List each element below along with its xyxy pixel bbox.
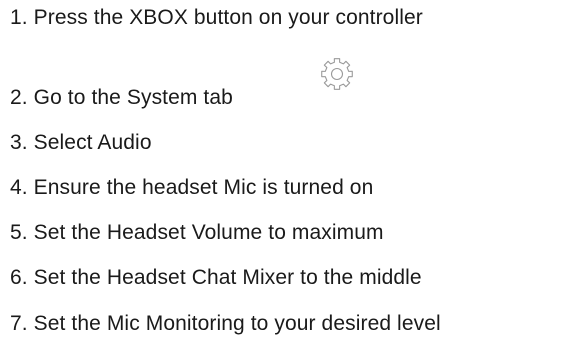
step-4: 4. Ensure the headset Mic is turned on <box>10 174 373 202</box>
step-text: Set the Mic Monitoring to your desired l… <box>33 312 441 335</box>
step-text: Ensure the headset Mic is turned on <box>33 176 374 199</box>
step-5: 5. Set the Headset Volume to maximum <box>10 219 384 247</box>
step-number: 2. <box>10 86 28 109</box>
step-1: 1. Press the XBOX button on your control… <box>10 4 423 32</box>
step-text: Select Audio <box>33 131 152 154</box>
step-text: Press the XBOX button on your controller <box>33 6 423 29</box>
step-text: Set the Headset Volume to maximum <box>33 221 384 244</box>
step-number: 3. <box>10 131 28 154</box>
gear-icon <box>321 58 353 90</box>
step-number: 4. <box>10 176 28 199</box>
step-number: 6. <box>10 266 28 289</box>
step-text: Go to the System tab <box>33 86 233 109</box>
step-7: 7. Set the Mic Monitoring to your desire… <box>10 310 441 338</box>
instruction-steps-list: 1. Press the XBOX button on your control… <box>0 0 570 349</box>
step-6: 6. Set the Headset Chat Mixer to the mid… <box>10 264 422 292</box>
step-number: 5. <box>10 221 28 244</box>
gear-center-hole <box>330 67 344 81</box>
step-number: 7. <box>10 312 28 335</box>
step-text: Set the Headset Chat Mixer to the middle <box>33 266 422 289</box>
gear-outline <box>321 58 353 90</box>
step-number: 1. <box>10 6 28 29</box>
step-3: 3. Select Audio <box>10 129 152 157</box>
step-2: 2. Go to the System tab <box>10 84 233 112</box>
